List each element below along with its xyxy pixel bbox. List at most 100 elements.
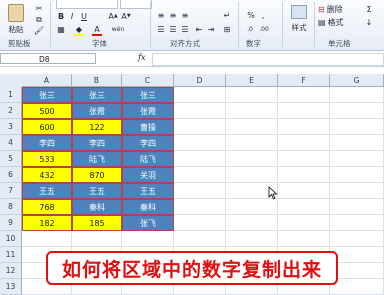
formula-input[interactable] — [152, 53, 384, 66]
cell-a1[interactable]: 张三 — [22, 87, 72, 103]
cell-f1[interactable] — [278, 87, 330, 103]
align-left-icon[interactable]: ☰ — [156, 24, 166, 34]
row-header-7[interactable]: 7 — [0, 183, 22, 199]
cell-e1[interactable] — [226, 87, 278, 103]
cell-a8[interactable]: 768 — [22, 199, 72, 215]
column-header-e[interactable]: E — [226, 74, 278, 87]
cell-f4[interactable] — [278, 135, 330, 151]
cell-d6[interactable] — [174, 167, 226, 183]
number-format-button[interactable]: % — [244, 10, 258, 20]
cell-g9[interactable] — [330, 215, 384, 231]
row-header-9[interactable]: 9 — [0, 215, 22, 231]
styles-button[interactable]: 样式 — [286, 2, 312, 36]
name-box[interactable]: D8 — [0, 53, 96, 64]
cell-g1[interactable] — [330, 87, 384, 103]
cell-d1[interactable] — [174, 87, 226, 103]
cell-c1[interactable]: 张三 — [122, 87, 174, 103]
cell-b7[interactable]: 王五 — [72, 183, 122, 199]
wrap-text-icon[interactable]: ↵ — [222, 10, 232, 20]
row-header-3[interactable]: 3 — [0, 119, 22, 135]
column-header-c[interactable]: C — [122, 74, 174, 87]
format-painter-icon[interactable]: 🖌 — [34, 26, 44, 35]
cell-g5[interactable] — [330, 151, 384, 167]
cell-e6[interactable] — [226, 167, 278, 183]
cut-icon[interactable]: ✂ — [34, 4, 44, 13]
row-header-2[interactable]: 2 — [0, 103, 22, 119]
cell-b10[interactable] — [72, 231, 122, 247]
cell-f2[interactable] — [278, 103, 330, 119]
delete-button[interactable]: ⊟ 删除 — [318, 4, 358, 14]
cell-d9[interactable] — [174, 215, 226, 231]
cell-d8[interactable] — [174, 199, 226, 215]
decrease-font-icon[interactable]: A ▼ — [121, 11, 131, 21]
row-header-10[interactable]: 10 — [0, 231, 22, 247]
cell-a9[interactable]: 182 — [22, 215, 72, 231]
row-header-13[interactable]: 13 — [0, 279, 22, 295]
cell-d10[interactable] — [174, 231, 226, 247]
cell-d2[interactable] — [174, 103, 226, 119]
row-header-4[interactable]: 4 — [0, 135, 22, 151]
cell-c8[interactable]: 秦科 — [122, 199, 174, 215]
bold-button[interactable]: B — [56, 11, 66, 21]
underline-button[interactable]: U — [79, 11, 89, 21]
cell-f3[interactable] — [278, 119, 330, 135]
cell-c7[interactable]: 王五 — [122, 183, 174, 199]
column-header-a[interactable]: A — [22, 74, 72, 87]
cell-c10[interactable] — [122, 231, 174, 247]
cell-d7[interactable] — [174, 183, 226, 199]
cell-g6[interactable] — [330, 167, 384, 183]
increase-indent-icon[interactable]: ⇥ — [206, 24, 216, 34]
cell-f5[interactable] — [278, 151, 330, 167]
cell-b3[interactable]: 122 — [72, 119, 122, 135]
column-header-d[interactable]: D — [174, 74, 226, 87]
cell-e10[interactable] — [226, 231, 278, 247]
cell-e3[interactable] — [226, 119, 278, 135]
cell-g3[interactable] — [330, 119, 384, 135]
cell-a10[interactable] — [22, 231, 72, 247]
cell-a7[interactable]: 王五 — [22, 183, 72, 199]
cell-c9[interactable]: 张飞 — [122, 215, 174, 231]
cell-d3[interactable] — [174, 119, 226, 135]
row-header-5[interactable]: 5 — [0, 151, 22, 167]
cell-c6[interactable]: 关羽 — [122, 167, 174, 183]
font-size-box[interactable] — [120, 0, 152, 9]
row-header-12[interactable]: 12 — [0, 263, 22, 279]
cell-b4[interactable]: 李四 — [72, 135, 122, 151]
format-button[interactable]: ▤ 格式 — [318, 17, 358, 27]
cell-g12[interactable] — [330, 263, 384, 279]
decrease-decimal-icon[interactable]: .00 — [258, 24, 270, 34]
cell-b6[interactable]: 870 — [72, 167, 122, 183]
comma-style-icon[interactable]: , — [258, 10, 268, 20]
row-header-11[interactable]: 11 — [0, 247, 22, 263]
cell-e9[interactable] — [226, 215, 278, 231]
cell-f9[interactable] — [278, 215, 330, 231]
merge-center-icon[interactable]: ⊞ — [222, 24, 232, 34]
cell-a2[interactable]: 500 — [22, 103, 72, 119]
cell-g13[interactable] — [330, 279, 384, 295]
paste-button[interactable]: 粘贴 — [2, 2, 30, 36]
select-all-corner[interactable] — [0, 74, 23, 88]
cell-b9[interactable]: 185 — [72, 215, 122, 231]
align-bottom-icon[interactable]: ≡ — [180, 10, 190, 20]
sum-icon[interactable]: Σ — [364, 4, 374, 14]
row-header-8[interactable]: 8 — [0, 199, 22, 215]
italic-button[interactable]: I — [67, 11, 77, 21]
cell-g7[interactable] — [330, 183, 384, 199]
phonetic-button[interactable]: wén — [110, 24, 126, 34]
cell-c5[interactable]: 陆飞 — [122, 151, 174, 167]
cell-b2[interactable]: 张霞 — [72, 103, 122, 119]
cell-g8[interactable] — [330, 199, 384, 215]
increase-font-icon[interactable]: A ▲ — [108, 11, 118, 21]
cell-b8[interactable]: 秦科 — [72, 199, 122, 215]
align-center-icon[interactable]: ☰ — [168, 24, 178, 34]
cell-f6[interactable] — [278, 167, 330, 183]
fill-color-icon[interactable]: ◆ — [74, 24, 84, 36]
font-color-icon[interactable]: A — [92, 24, 102, 36]
decrease-indent-icon[interactable]: ⇤ — [194, 24, 204, 34]
align-top-icon[interactable]: ≡ — [156, 10, 166, 20]
cell-f8[interactable] — [278, 199, 330, 215]
fx-icon[interactable]: fx — [138, 53, 145, 62]
font-name-box[interactable] — [56, 0, 118, 9]
fill-icon[interactable]: ↓ — [364, 17, 374, 27]
cell-f7[interactable] — [278, 183, 330, 199]
